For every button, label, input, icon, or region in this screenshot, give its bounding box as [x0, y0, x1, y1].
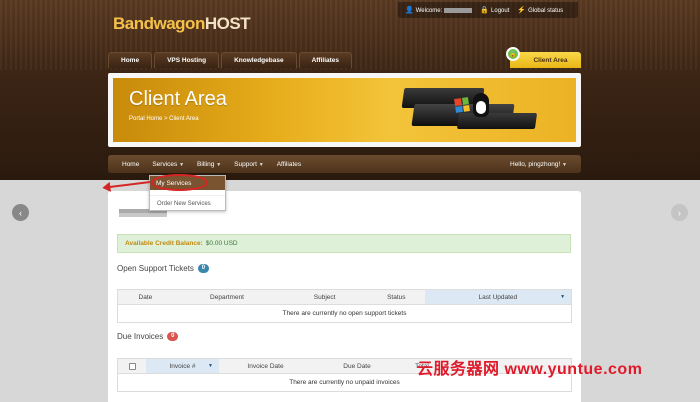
user-icon: 👤 — [405, 7, 414, 14]
tickets-col-department[interactable]: Department — [173, 290, 282, 304]
client-nav-services-label: Services — [152, 160, 178, 168]
client-nav-support[interactable]: Support ▼ — [234, 161, 264, 168]
user-menu[interactable]: Hello, pingzhong! ▼ — [510, 161, 567, 168]
select-all-checkbox[interactable] — [128, 362, 136, 370]
logout-link[interactable]: 🔒 Logout — [480, 6, 509, 14]
client-nav: Home Services ▼ Billing ▼ Support ▼ Affi… — [108, 155, 581, 173]
client-nav-affiliates[interactable]: Affiliates — [277, 161, 301, 168]
site-watermark: 云服务器网 www.yuntue.com — [417, 361, 643, 378]
invoices-title: Due Invoices — [117, 332, 164, 341]
account-topbar: 👤 Welcome: 🔒 Logout ⚡ Global status — [398, 2, 578, 18]
invoices-col-invoice-number-label: Invoice # — [169, 362, 196, 370]
client-nav-billing-label: Billing — [197, 160, 215, 168]
user-greeting: Hello, pingzhong! — [510, 160, 561, 168]
credit-balance-label: Available Credit Balance: — [125, 240, 203, 247]
tickets-heading: Open Support Tickets 0 — [117, 264, 209, 273]
lock-icon: 🔒 — [480, 7, 490, 14]
global-status-link[interactable]: ⚡ Global status — [517, 6, 563, 14]
status-icon: ⚡ — [517, 7, 527, 14]
linux-tux-icon — [473, 93, 489, 117]
invoices-col-select — [118, 359, 146, 373]
masked-username — [444, 7, 473, 13]
client-nav-services[interactable]: Services ▼ — [152, 161, 184, 168]
credit-balance-alert: Available Credit Balance: $0.00 USD — [117, 234, 571, 253]
carousel-next-button[interactable]: › — [671, 204, 688, 221]
highlight-circle-annotation — [151, 174, 208, 191]
nav-tab-home[interactable]: Home — [108, 52, 153, 68]
tickets-count-badge: 0 — [197, 264, 209, 273]
invoices-count-badge: 0 — [167, 332, 179, 341]
lock-icon: 🔒 — [506, 47, 520, 61]
tickets-table-header: Date Department Subject Status Last Upda… — [118, 290, 572, 305]
caret-down-icon: ▼ — [179, 161, 185, 168]
invoices-col-invoice-date[interactable]: Invoice Date — [219, 359, 312, 373]
breadcrumb: Portal Home > Client Area — [129, 116, 199, 122]
sort-desc-icon: ▼ — [208, 363, 213, 369]
dropdown-item-order-new-services[interactable]: Order New Services — [150, 195, 225, 211]
logout-label: Logout — [491, 8, 510, 14]
windows-logo-icon — [454, 97, 470, 113]
credit-balance-value: $0.00 USD — [205, 240, 238, 247]
client-nav-support-label: Support — [234, 160, 257, 168]
arrow-annotation — [104, 181, 151, 189]
tickets-col-date[interactable]: Date — [118, 290, 173, 304]
client-area-tab[interactable]: 🔒 Client Area — [506, 47, 581, 68]
nav-tab-knowledgebase[interactable]: Knowledgebase — [221, 52, 297, 68]
tickets-col-last-updated-label: Last Updated — [478, 293, 518, 301]
invoices-col-invoice-number[interactable]: Invoice # ▼ — [146, 359, 219, 373]
brand-logo[interactable]: BandwagonHOST — [113, 14, 251, 34]
banner: Client Area Portal Home > Client Area — [113, 78, 576, 142]
client-nav-billing[interactable]: Billing ▼ — [197, 161, 221, 168]
client-nav-home[interactable]: Home — [122, 161, 139, 168]
site-header: BandwagonHOST 👤 Welcome: 🔒 Logout ⚡ Global … — [0, 0, 700, 180]
banner-frame: Client Area Portal Home > Client Area — [108, 73, 581, 147]
client-area-tab-label: Client Area — [533, 56, 568, 64]
network-switch-image — [456, 113, 538, 129]
welcome-label: Welcome: — [415, 8, 443, 14]
tickets-col-subject[interactable]: Subject — [281, 290, 368, 304]
invoices-heading: Due Invoices 0 — [117, 332, 179, 341]
carousel-prev-button[interactable]: ‹ — [12, 204, 29, 221]
tickets-empty-row: There are currently no open support tick… — [282, 310, 407, 317]
tickets-title: Open Support Tickets — [117, 264, 194, 273]
sort-desc-icon: ▼ — [560, 294, 566, 300]
tickets-col-last-updated[interactable]: Last Updated ▼ — [424, 290, 572, 304]
welcome-item: 👤 Welcome: — [405, 6, 473, 14]
page-title: Client Area — [129, 88, 227, 110]
chevron-right-icon: › — [678, 207, 681, 218]
tickets-table: Date Department Subject Status Last Upda… — [117, 289, 572, 323]
caret-down-icon: ▼ — [562, 161, 567, 168]
nav-tab-affiliates[interactable]: Affiliates — [298, 52, 353, 68]
chevron-left-icon: ‹ — [19, 207, 22, 218]
nav-tab-vps-hosting[interactable]: VPS Hosting — [154, 52, 220, 68]
caret-down-icon: ▼ — [258, 161, 264, 168]
main-nav: Home VPS Hosting Knowledgebase Affiliate… — [108, 52, 353, 68]
brand-logo-part2: HOST — [204, 14, 251, 33]
brand-logo-part1: Bandwagon — [113, 14, 205, 33]
tickets-col-status[interactable]: Status — [368, 290, 425, 304]
global-status-label: Global status — [528, 8, 564, 14]
invoices-col-due-date[interactable]: Due Date — [312, 359, 402, 373]
caret-down-icon: ▼ — [216, 161, 222, 168]
